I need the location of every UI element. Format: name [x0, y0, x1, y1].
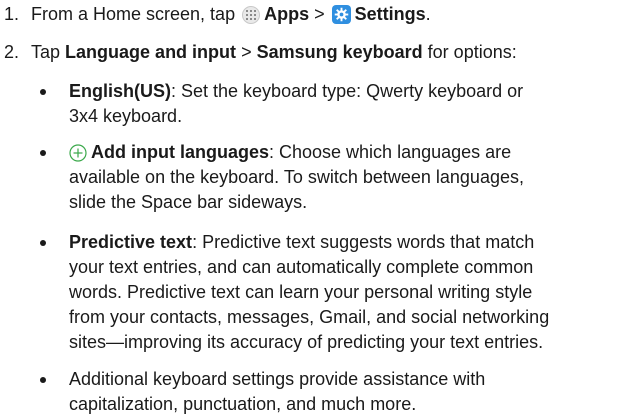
plus-circle-icon: [69, 144, 87, 162]
step-text: From a Home screen, tap Apps > Settings.: [31, 2, 431, 27]
language-input-label: Language and input: [65, 42, 237, 62]
apps-grid-icon: [242, 6, 261, 24]
menu-separator: >: [241, 42, 252, 62]
bullet-line: Additional keyboard settings provide ass…: [69, 369, 486, 389]
step-suffix: for options:: [427, 42, 517, 62]
bullet-text: Predictive text: Predictive text suggest…: [69, 230, 619, 355]
bullet-line: : Set the keyboard type: Qwerty keyboard…: [171, 81, 524, 101]
bullet-term: Add input languages: [91, 142, 269, 162]
bullet-line: words. Predictive text can learn your pe…: [69, 282, 533, 302]
bullet-line: slide the Space bar sideways.: [69, 192, 308, 212]
step-text: Tap Language and input > Samsung keyboar…: [31, 40, 517, 65]
step-number: 1.: [4, 4, 20, 24]
bullet-line: from your contacts, messages, Gmail, and…: [69, 307, 550, 327]
settings-label: Settings: [354, 4, 426, 24]
step-number: 2.: [4, 42, 20, 62]
step-prefix: Tap: [31, 42, 61, 62]
step-prefix: From a Home screen, tap: [31, 4, 236, 24]
bullet-line: your text entries, and can automatically…: [69, 257, 534, 277]
bullet-text: Add input languages: Choose which langua…: [69, 140, 619, 215]
bullet-text: English(US): Set the keyboard type: Qwer…: [69, 79, 619, 129]
bullet-text: Additional keyboard settings provide ass…: [69, 367, 619, 417]
bullet-line: sites—improving its accuracy of predicti…: [69, 332, 544, 352]
settings-gear-icon: [331, 5, 351, 24]
instructions-page: 1. From a Home screen, tap Apps > Settin…: [0, 0, 628, 417]
bullet-term: Predictive text: [69, 232, 193, 252]
bullet-line: : Choose which languages are: [269, 142, 512, 162]
bullet-line: capitalization, punctuation, and much mo…: [69, 394, 417, 414]
bullet-dot: [40, 150, 46, 156]
apps-label: Apps: [264, 4, 310, 24]
bullet-line: : Predictive text suggests words that ma…: [192, 232, 535, 252]
bullet-dot: [40, 89, 46, 95]
samsung-keyboard-label: Samsung keyboard: [256, 42, 423, 62]
bullet-dot: [40, 240, 46, 246]
bullet-dot: [40, 377, 46, 383]
bullet-term: English(US): [69, 81, 171, 101]
step-suffix: .: [425, 4, 431, 24]
bullet-line: 3x4 keyboard.: [69, 106, 183, 126]
menu-separator: >: [314, 4, 325, 24]
bullet-line: available on the keyboard. To switch bet…: [69, 167, 524, 187]
